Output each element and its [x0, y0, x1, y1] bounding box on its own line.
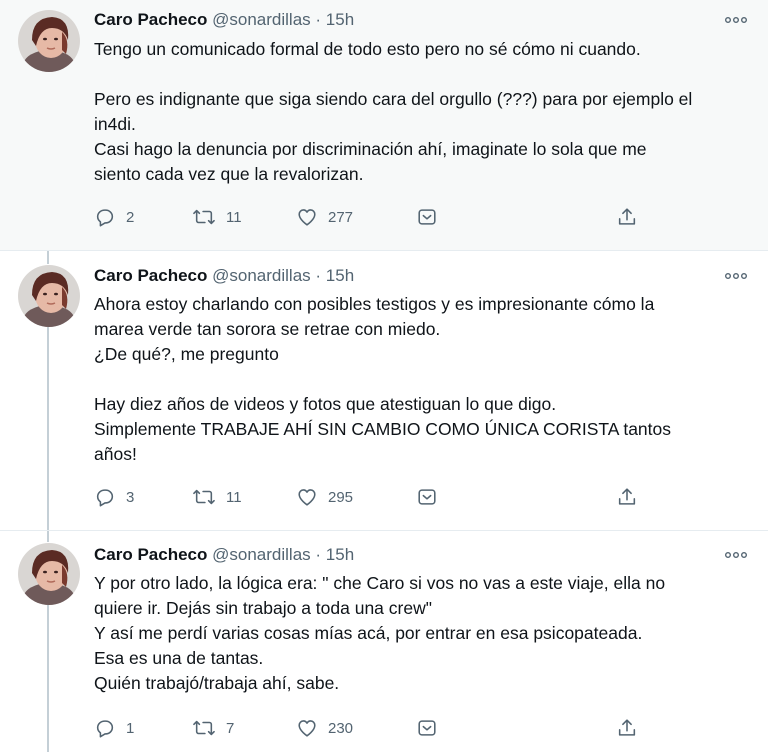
- upload-icon: [618, 488, 636, 505]
- action-bar: 2 11 277: [94, 205, 654, 229]
- reply-icon: [96, 489, 114, 507]
- upload-button[interactable]: [616, 485, 638, 509]
- tweet-header: Caro Pacheco @sonardillas · 15h: [94, 9, 354, 31]
- upload-button[interactable]: [616, 205, 638, 229]
- tweet-line: Y así me perdí varias cosas mías acá, po…: [94, 623, 643, 643]
- retweet-button[interactable]: 11: [192, 205, 242, 229]
- tweet-line: Pero es indignante que siga siendo cara …: [94, 89, 693, 109]
- author-handle[interactable]: @sonardillas: [212, 545, 311, 564]
- retweet-count: 11: [226, 208, 242, 226]
- avatar[interactable]: [18, 10, 80, 72]
- like-count: 277: [328, 208, 354, 226]
- tweet[interactable]: Caro Pacheco @sonardillas · 15h Tengo un…: [0, 0, 768, 250]
- tweet-line: Y por otro lado, la lógica era: " che Ca…: [94, 573, 666, 593]
- tweet-text: Tengo un comunicado formal de todo esto …: [94, 37, 754, 187]
- retweet-icon: [193, 489, 215, 505]
- retweet-count: 7: [226, 719, 235, 737]
- tweet-line: [94, 62, 754, 87]
- tweet-line: Quién trabajó/trabaja ahí, sabe.: [94, 673, 340, 693]
- reply-count: 2: [126, 208, 135, 226]
- tweet-line: Hay diez años de videos y fotos que ates…: [94, 394, 557, 414]
- reply-button[interactable]: 1: [94, 716, 134, 740]
- tweet-header: Caro Pacheco @sonardillas · 15h: [94, 265, 354, 287]
- tweet-text: Ahora estoy charlando con posibles testi…: [94, 292, 754, 467]
- tweet[interactable]: Caro Pacheco @sonardillas · 15h Ahora es…: [0, 250, 768, 530]
- retweet-count: 11: [226, 488, 242, 506]
- share-dropdown-icon: [418, 209, 436, 225]
- tweet-line: Simplemente TRABAJE AHÍ SIN CAMBIO COMO …: [94, 419, 672, 439]
- tweet-line: ¿De qué?, me pregunto: [94, 344, 279, 364]
- more-options-icon[interactable]: [724, 268, 748, 284]
- retweet-button[interactable]: 7: [192, 716, 234, 740]
- separator-dot: ·: [315, 266, 322, 285]
- like-count: 230: [328, 719, 354, 737]
- retweet-icon: [193, 209, 215, 225]
- share-dropdown-icon: [418, 720, 436, 736]
- share-dropdown-icon: [418, 489, 436, 505]
- timestamp[interactable]: 15h: [326, 10, 354, 29]
- tweet[interactable]: Caro Pacheco @sonardillas · 15h Y por ot…: [0, 530, 768, 752]
- tweet-line: Ahora estoy charlando con posibles testi…: [94, 294, 655, 314]
- like-icon: [298, 489, 316, 506]
- like-button[interactable]: 230: [296, 716, 353, 740]
- upload-icon: [618, 208, 636, 225]
- separator-dot: ·: [315, 10, 322, 29]
- tweet-line: Tengo un comunicado formal de todo esto …: [94, 39, 641, 59]
- like-button[interactable]: 295: [296, 485, 353, 509]
- like-count: 295: [328, 488, 354, 506]
- like-icon: [298, 209, 316, 226]
- reply-button[interactable]: 2: [94, 205, 134, 229]
- retweet-button[interactable]: 11: [192, 485, 242, 509]
- reply-button[interactable]: 3: [94, 485, 134, 509]
- like-button[interactable]: 277: [296, 205, 353, 229]
- tweet-line: Casi hago la denuncia por discriminación…: [94, 139, 647, 159]
- timestamp[interactable]: 15h: [326, 545, 354, 564]
- share-menu-button[interactable]: [416, 205, 438, 229]
- reply-icon: [96, 209, 114, 227]
- tweet-line: siento cada vez que la revalorizan.: [94, 164, 364, 184]
- action-bar: 3 11 295: [94, 485, 654, 509]
- author-name[interactable]: Caro Pacheco: [94, 10, 207, 29]
- tweet-text: Y por otro lado, la lógica era: " che Ca…: [94, 571, 754, 696]
- reply-count: 1: [126, 719, 135, 737]
- upload-icon: [618, 719, 636, 736]
- action-bar: 1 7 230: [94, 716, 654, 740]
- author-name[interactable]: Caro Pacheco: [94, 266, 207, 285]
- more-options-icon[interactable]: [724, 547, 748, 563]
- tweet-line: marea verde tan sorora se retrae con mie…: [94, 319, 441, 339]
- reply-count: 3: [126, 488, 135, 506]
- avatar[interactable]: [18, 543, 80, 605]
- tweet-line: años!: [94, 444, 137, 464]
- separator-dot: ·: [315, 545, 322, 564]
- tweet-header: Caro Pacheco @sonardillas · 15h: [94, 544, 354, 566]
- tweet-line: Esa es una de tantas.: [94, 648, 264, 668]
- reply-icon: [96, 720, 114, 738]
- like-icon: [298, 720, 316, 737]
- share-menu-button[interactable]: [416, 716, 438, 740]
- share-menu-button[interactable]: [416, 485, 438, 509]
- more-options-icon[interactable]: [724, 12, 748, 28]
- author-handle[interactable]: @sonardillas: [212, 266, 311, 285]
- author-name[interactable]: Caro Pacheco: [94, 545, 207, 564]
- timestamp[interactable]: 15h: [326, 266, 354, 285]
- tweet-line: in4di.: [94, 114, 136, 134]
- tweet-line: quiere ir. Dejás sin trabajo a toda una …: [94, 598, 432, 618]
- tweet-line: [94, 367, 754, 392]
- author-handle[interactable]: @sonardillas: [212, 10, 311, 29]
- retweet-icon: [193, 720, 215, 736]
- upload-button[interactable]: [616, 716, 638, 740]
- avatar[interactable]: [18, 265, 80, 327]
